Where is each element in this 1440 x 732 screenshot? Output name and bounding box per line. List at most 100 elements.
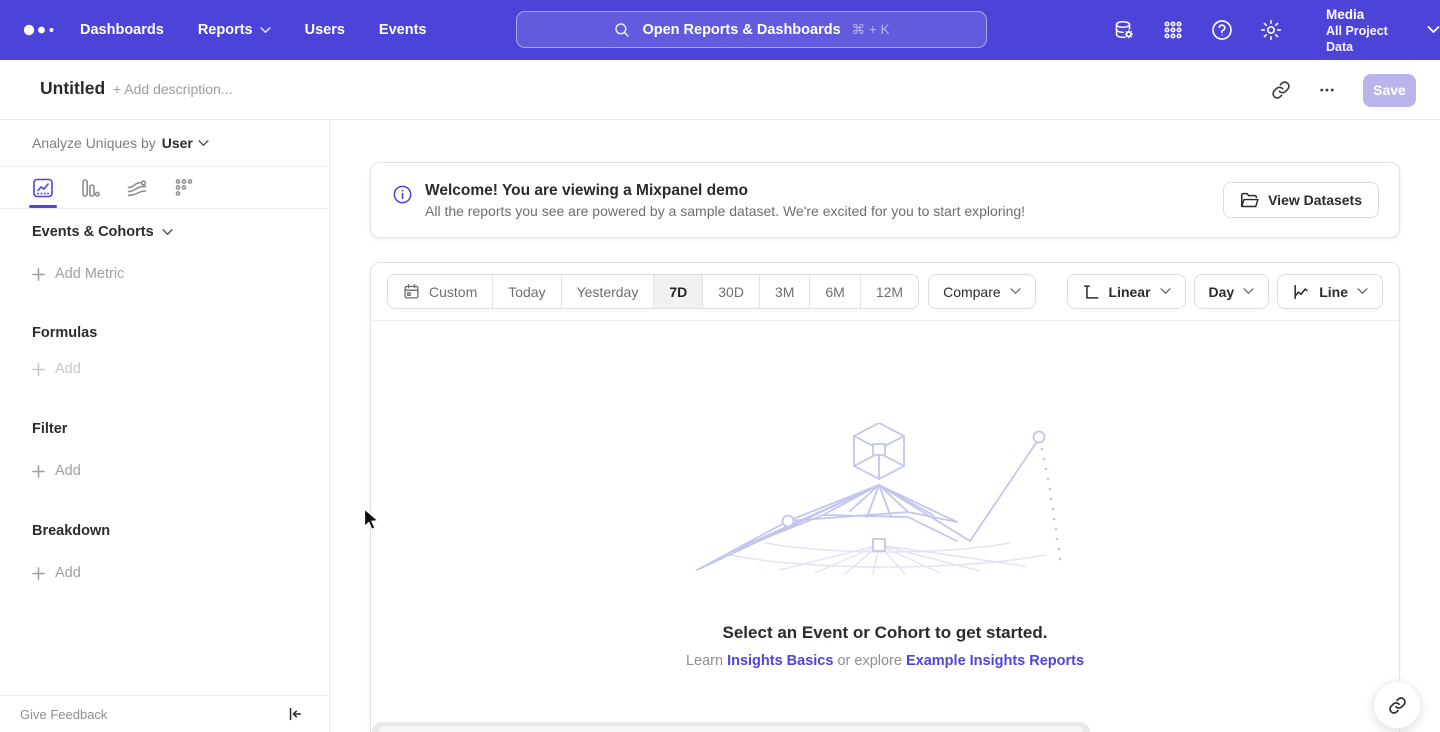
chart-type-tabs bbox=[0, 167, 330, 208]
filter-title: Filter bbox=[32, 421, 67, 437]
range-30d[interactable]: 30D bbox=[702, 275, 759, 308]
chevron-down-icon bbox=[1010, 288, 1021, 295]
range-30d-label: 30D bbox=[718, 284, 744, 300]
compare-label: Compare bbox=[943, 284, 1001, 300]
example-reports-link[interactable]: Example Insights Reports bbox=[906, 653, 1084, 669]
analyze-uniques-row: Analyze Uniques by User bbox=[32, 120, 209, 166]
report-header: Untitled + Add description... Save bbox=[0, 60, 1440, 120]
welcome-banner: Welcome! You are viewing a Mixpanel demo… bbox=[370, 162, 1400, 238]
primary-nav: Dashboards Reports Users Events bbox=[80, 0, 426, 60]
plus-icon bbox=[32, 363, 45, 376]
nav-users[interactable]: Users bbox=[305, 22, 345, 38]
analyze-label: Analyze Uniques by bbox=[32, 135, 156, 151]
chevron-down-icon bbox=[1243, 288, 1254, 295]
view-datasets-button[interactable]: View Datasets bbox=[1223, 182, 1379, 218]
share-link-fab[interactable] bbox=[1373, 681, 1421, 729]
range-yesterday-label: Yesterday bbox=[577, 284, 639, 300]
tab-bar-chart[interactable] bbox=[79, 167, 101, 208]
add-filter-button[interactable]: Add bbox=[32, 463, 81, 479]
tab-flow-chart[interactable] bbox=[126, 167, 148, 208]
range-3m-label: 3M bbox=[775, 284, 794, 300]
search-placeholder: Open Reports & Dashboards bbox=[642, 22, 840, 38]
query-builder-sidebar: Analyze Uniques by User bbox=[0, 120, 330, 732]
range-12m[interactable]: 12M bbox=[860, 275, 918, 308]
chart-type-dropdown[interactable]: Line bbox=[1277, 274, 1383, 309]
search-icon bbox=[613, 21, 631, 39]
analyze-value-dropdown[interactable]: User bbox=[162, 135, 209, 151]
bottom-panel-edge[interactable] bbox=[372, 722, 1090, 732]
chevron-down-icon bbox=[162, 229, 173, 236]
help-icon[interactable] bbox=[1210, 18, 1234, 42]
compare-dropdown[interactable]: Compare bbox=[928, 274, 1036, 309]
chart-display-controls: Linear Day Line bbox=[1067, 274, 1383, 309]
search-shortcut-hint: ⌘ + K bbox=[852, 22, 890, 38]
data-management-icon[interactable] bbox=[1112, 18, 1136, 42]
project-switcher[interactable]: Media All Project Data bbox=[1326, 6, 1388, 55]
range-7d-label: 7D bbox=[669, 284, 687, 300]
range-3m[interactable]: 3M bbox=[759, 275, 809, 308]
hint-prefix: Learn bbox=[686, 653, 723, 669]
analyze-value: User bbox=[162, 135, 193, 151]
add-filter-label: Add bbox=[55, 463, 81, 479]
add-description-field[interactable]: + Add description... bbox=[113, 81, 232, 97]
scale-dropdown[interactable]: Linear bbox=[1067, 274, 1186, 309]
more-options-icon[interactable] bbox=[1317, 80, 1337, 100]
folder-icon bbox=[1240, 192, 1259, 209]
scale-label: Linear bbox=[1109, 284, 1151, 300]
plus-icon bbox=[32, 465, 45, 478]
filter-section-title: Filter bbox=[32, 421, 67, 437]
add-formula-button[interactable]: Add bbox=[32, 361, 81, 377]
nav-events[interactable]: Events bbox=[379, 22, 427, 38]
mixpanel-logo[interactable] bbox=[22, 22, 58, 38]
chart-controls-row: Custom Today Yesterday 7D 30D 3M 6M 12M … bbox=[371, 263, 1399, 321]
range-12m-label: 12M bbox=[876, 284, 903, 300]
link-icon bbox=[1388, 696, 1407, 715]
welcome-banner-text: Welcome! You are viewing a Mixpanel demo… bbox=[425, 182, 1025, 219]
global-search-input[interactable]: Open Reports & Dashboards ⌘ + K bbox=[516, 11, 987, 48]
nav-reports[interactable]: Reports bbox=[198, 22, 271, 38]
settings-gear-icon[interactable] bbox=[1259, 18, 1283, 42]
give-feedback-link[interactable]: Give Feedback bbox=[20, 707, 107, 722]
add-metric-button[interactable]: Add Metric bbox=[32, 266, 124, 282]
interval-label: Day bbox=[1209, 284, 1235, 300]
copy-link-icon[interactable] bbox=[1271, 80, 1291, 100]
top-navigation-bar: Dashboards Reports Users Events Open Rep… bbox=[0, 0, 1440, 60]
insights-basics-link[interactable]: Insights Basics bbox=[727, 653, 833, 669]
chevron-down-icon bbox=[1160, 288, 1171, 295]
add-breakdown-label: Add bbox=[55, 565, 81, 581]
range-7d[interactable]: 7D bbox=[653, 275, 702, 308]
add-breakdown-button[interactable]: Add bbox=[32, 565, 81, 581]
collapse-sidebar-icon[interactable] bbox=[287, 706, 303, 722]
calendar-icon bbox=[403, 283, 420, 300]
project-scope: All Project Data bbox=[1326, 23, 1388, 55]
welcome-title: Welcome! You are viewing a Mixpanel demo bbox=[425, 182, 1025, 200]
range-yesterday[interactable]: Yesterday bbox=[561, 275, 654, 308]
apps-grid-icon[interactable] bbox=[1161, 18, 1185, 42]
plus-icon bbox=[32, 567, 45, 580]
save-button[interactable]: Save bbox=[1363, 74, 1416, 107]
hint-middle: or explore bbox=[837, 653, 901, 669]
project-chevron-down-icon[interactable] bbox=[1427, 21, 1440, 39]
tab-line-chart[interactable] bbox=[32, 167, 54, 208]
nav-dashboards[interactable]: Dashboards bbox=[80, 22, 164, 38]
report-title[interactable]: Untitled bbox=[40, 78, 105, 99]
range-6m[interactable]: 6M bbox=[809, 275, 859, 308]
range-custom[interactable]: Custom bbox=[388, 275, 492, 308]
project-name: Media bbox=[1326, 6, 1364, 23]
range-custom-label: Custom bbox=[429, 284, 477, 300]
events-cohorts-section[interactable]: Events & Cohorts bbox=[32, 224, 173, 240]
formulas-section-title: Formulas bbox=[32, 325, 97, 341]
range-6m-label: 6M bbox=[825, 284, 844, 300]
range-today[interactable]: Today bbox=[492, 275, 560, 308]
add-formula-label: Add bbox=[55, 361, 81, 377]
empty-state-hint: Learn Insights Basics or explore Example… bbox=[686, 653, 1084, 669]
linear-axis-icon bbox=[1082, 283, 1100, 301]
tab-retention-chart[interactable] bbox=[173, 167, 195, 208]
empty-state: Select an Event or Cohort to get started… bbox=[371, 423, 1399, 669]
empty-state-title: Select an Event or Cohort to get started… bbox=[723, 623, 1048, 643]
view-datasets-label: View Datasets bbox=[1268, 192, 1362, 208]
plus-icon bbox=[32, 268, 45, 281]
interval-dropdown[interactable]: Day bbox=[1194, 274, 1270, 309]
formulas-title: Formulas bbox=[32, 325, 97, 341]
range-today-label: Today bbox=[508, 284, 545, 300]
